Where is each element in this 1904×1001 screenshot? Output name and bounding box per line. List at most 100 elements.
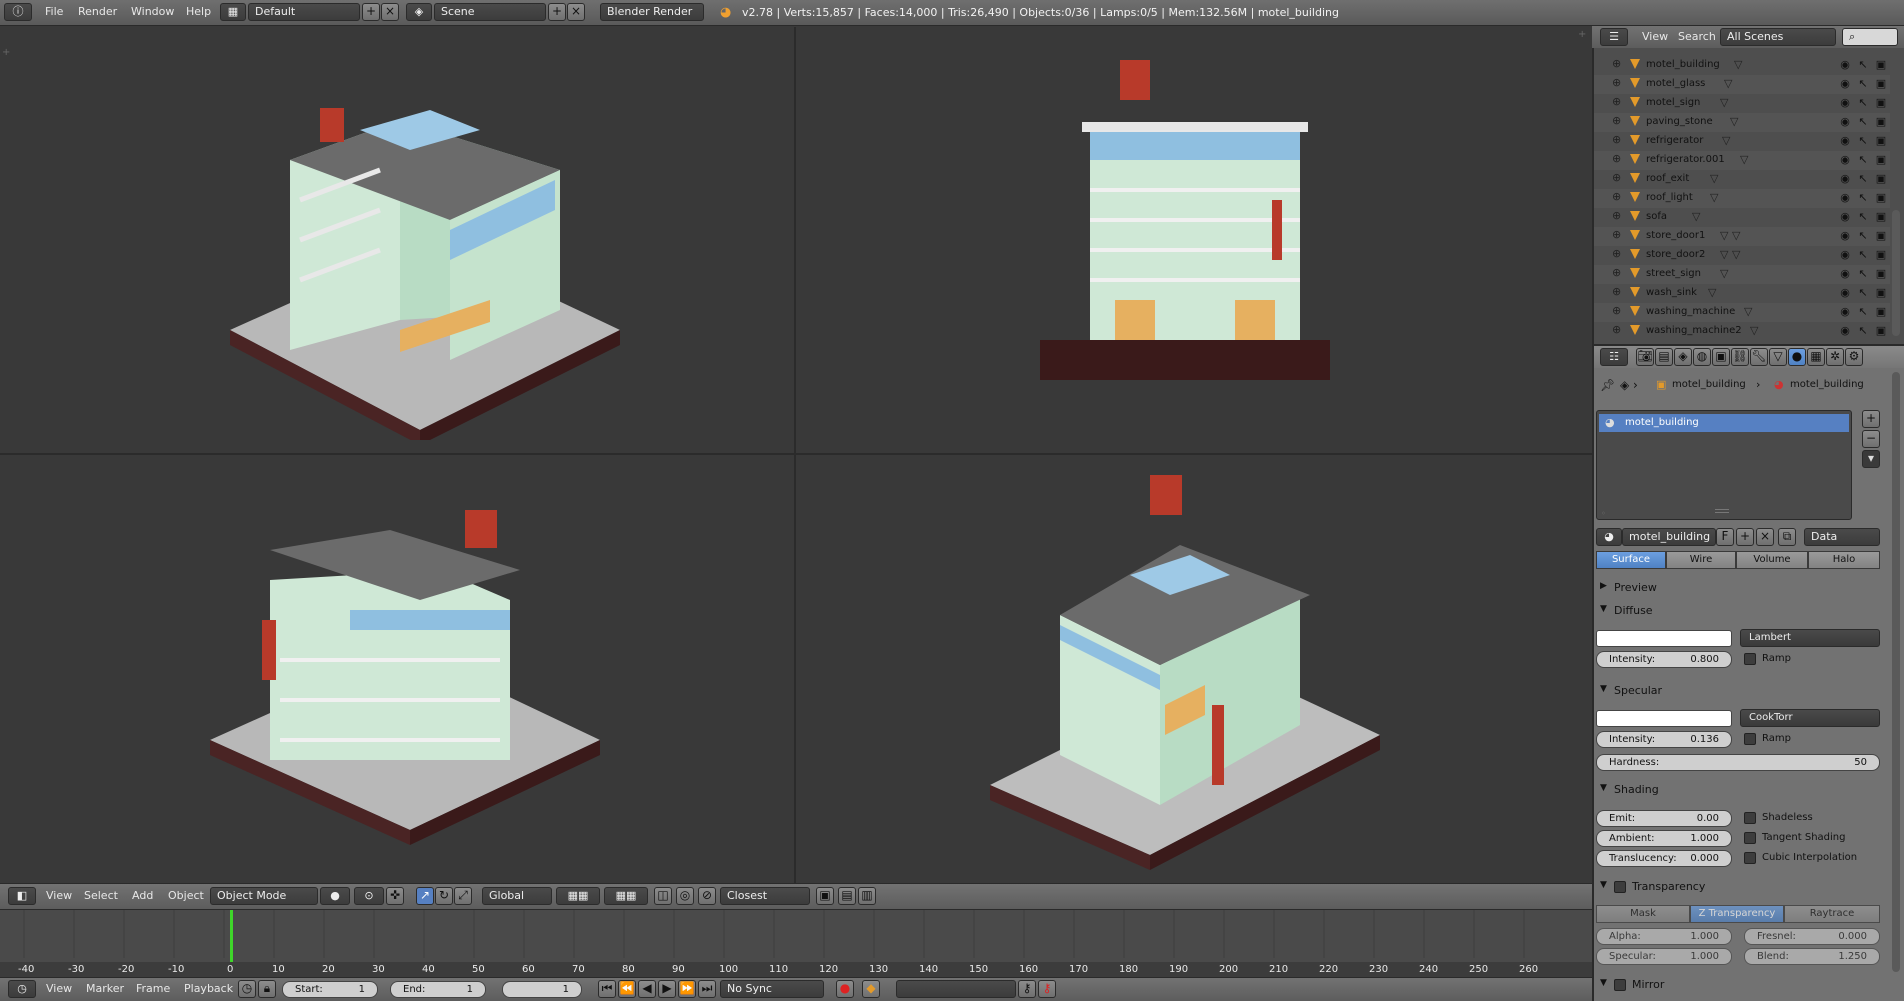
render-camera-icon[interactable]: ▣ <box>1874 248 1888 262</box>
editor-type-icon[interactable]: ☷ <box>1600 348 1628 366</box>
render-camera-icon[interactable]: ▣ <box>1874 324 1888 338</box>
tangent-shading-checkbox[interactable] <box>1744 832 1756 844</box>
outliner-row[interactable]: ⊕ roof_light ▽ ◉ ↖ ▣ <box>1594 189 1890 208</box>
menu-add[interactable]: Add <box>132 889 153 902</box>
visibility-eye-icon[interactable]: ◉ <box>1838 172 1852 186</box>
specular-ramp-checkbox[interactable] <box>1744 733 1756 745</box>
copy-material-icon[interactable]: ⧉ <box>1778 528 1796 546</box>
pivot-icon[interactable]: ⊙ <box>354 887 384 905</box>
blend-field[interactable]: Blend: 1.250 <box>1744 948 1880 965</box>
outliner-row[interactable]: ⊕ paving_stone ▽ ◉ ↖ ▣ <box>1594 113 1890 132</box>
render-camera-icon[interactable]: ▣ <box>1874 305 1888 319</box>
outliner-row[interactable]: ⊕ motel_glass ▽ ◉ ↖ ▣ <box>1594 75 1890 94</box>
delete-key-icon[interactable]: ⚷ <box>1038 980 1056 998</box>
layers-icon[interactable]: ▦▦ <box>604 887 648 905</box>
panel-preview-header[interactable]: ▶ Preview <box>1596 578 1896 598</box>
tab-surface[interactable]: Surface <box>1596 551 1666 569</box>
object-tab-icon[interactable]: ▣ <box>1712 348 1730 366</box>
visibility-eye-icon[interactable]: ◉ <box>1838 58 1852 72</box>
render-camera-icon[interactable]: ▣ <box>1874 229 1888 243</box>
visibility-eye-icon[interactable]: ◉ <box>1838 134 1852 148</box>
selectable-arrow-icon[interactable]: ↖ <box>1856 210 1870 224</box>
selectable-arrow-icon[interactable]: ↖ <box>1856 191 1870 205</box>
menu-marker[interactable]: Marker <box>86 982 124 995</box>
menu-frame[interactable]: Frame <box>136 982 170 995</box>
breadcrumb-object[interactable]: motel_building <box>1672 379 1746 390</box>
ambient-field[interactable]: Ambient: 1.000 <box>1596 830 1732 847</box>
object-name[interactable]: motel_glass <box>1646 78 1705 89</box>
outliner-row[interactable]: ⊕ store_door1 ▽ ▽ ◉ ↖ ▣ <box>1594 227 1890 246</box>
menu-view[interactable]: View <box>46 982 72 995</box>
preview-range-icon[interactable]: ◷ <box>238 980 256 998</box>
selectable-arrow-icon[interactable]: ↖ <box>1856 172 1870 186</box>
selectable-arrow-icon[interactable]: ↖ <box>1856 134 1870 148</box>
render-still-icon[interactable]: ▣ <box>816 887 834 905</box>
object-name[interactable]: street_sign <box>1646 268 1701 279</box>
render-camera-icon[interactable]: ▣ <box>1874 58 1888 72</box>
material-slot-list[interactable]: ◕ motel_building ◦ <box>1596 410 1852 520</box>
material-tab-icon[interactable]: ● <box>1788 348 1806 366</box>
building-view-bottom-right[interactable] <box>980 465 1400 875</box>
object-name[interactable]: roof_light <box>1646 192 1693 203</box>
visibility-eye-icon[interactable]: ◉ <box>1838 305 1852 319</box>
visibility-eye-icon[interactable]: ◉ <box>1838 324 1852 338</box>
editor-type-icon[interactable]: ◧ <box>8 887 36 905</box>
new-material-icon[interactable]: + <box>1736 528 1754 546</box>
add-slot-icon[interactable]: + <box>1862 410 1880 428</box>
snap-icon[interactable]: ⊘ <box>698 887 716 905</box>
specular-intensity-field[interactable]: Intensity: 0.136 <box>1596 731 1732 748</box>
outliner-row[interactable]: ⊕ sofa ▽ ◉ ↖ ▣ <box>1594 208 1890 227</box>
tab-wire[interactable]: Wire <box>1666 551 1736 569</box>
prev-key-icon[interactable]: ⏪ <box>618 980 636 998</box>
render-camera-icon[interactable]: ▣ <box>1874 286 1888 300</box>
gl-render-icon[interactable]: ▥ <box>858 887 876 905</box>
add-layout-icon[interactable]: + <box>362 3 380 21</box>
remove-slot-icon[interactable]: − <box>1862 430 1880 448</box>
render-tab-icon[interactable]: 📷︎ <box>1636 348 1654 366</box>
start-frame-field[interactable]: Start: 1 <box>282 981 378 998</box>
building-view-top-right[interactable] <box>1020 50 1380 400</box>
object-name[interactable]: store_door2 <box>1646 249 1705 260</box>
object-name[interactable]: store_door1 <box>1646 230 1705 241</box>
panel-diffuse-header[interactable]: ▼ Diffuse <box>1596 601 1896 621</box>
pin-icon[interactable]: 📌︎ <box>1600 378 1615 392</box>
layout-icon[interactable]: ▦ <box>220 3 246 21</box>
material-name-field[interactable]: motel_building <box>1622 528 1716 546</box>
rotate-icon[interactable]: ↻ <box>435 887 453 905</box>
outliner-scrollbar[interactable] <box>1892 210 1900 336</box>
viewport-shading-icon[interactable]: ● <box>320 887 350 905</box>
translucency-field[interactable]: Translucency: 0.000 <box>1596 850 1732 867</box>
tab-mask[interactable]: Mask <box>1596 905 1690 923</box>
menu-playback[interactable]: Playback <box>184 982 233 995</box>
outliner-row[interactable]: ⊕ wash_sink ▽ ◉ ↖ ▣ <box>1594 284 1890 303</box>
modifiers-tab-icon[interactable]: 🔧︎ <box>1750 348 1768 366</box>
menu-file[interactable]: File <box>45 5 63 18</box>
object-name[interactable]: paving_stone <box>1646 116 1713 127</box>
insert-key-icon[interactable]: ⚷ <box>1018 980 1036 998</box>
tab-halo[interactable]: Halo <box>1808 551 1880 569</box>
outliner-row[interactable]: ⊕ roof_exit ▽ ◉ ↖ ▣ <box>1594 170 1890 189</box>
mode-select[interactable]: Object Mode <box>210 887 318 905</box>
diffuse-shader-select[interactable]: Lambert <box>1740 629 1880 647</box>
panel-shading-header[interactable]: ▼ Shading <box>1596 780 1896 800</box>
diffuse-ramp-checkbox[interactable] <box>1744 653 1756 665</box>
fake-user-button[interactable]: F <box>1716 528 1734 546</box>
lock-icon[interactable]: 🔒︎ <box>258 980 276 998</box>
render-camera-icon[interactable]: ▣ <box>1874 115 1888 129</box>
selectable-arrow-icon[interactable]: ↖ <box>1856 324 1870 338</box>
outliner-row[interactable]: ⊕ motel_building ▽ ◉ ↖ ▣ <box>1594 56 1890 75</box>
panel-mirror-header[interactable]: ▼ Mirror <box>1596 975 1896 995</box>
play-reverse-icon[interactable]: ◀ <box>638 980 656 998</box>
outliner-row[interactable]: ⊕ store_door2 ▽ ▽ ◉ ↖ ▣ <box>1594 246 1890 265</box>
visibility-eye-icon[interactable]: ◉ <box>1838 229 1852 243</box>
jump-start-icon[interactable]: ⏮ <box>598 980 616 998</box>
tab-volume[interactable]: Volume <box>1736 551 1808 569</box>
render-camera-icon[interactable]: ▣ <box>1874 134 1888 148</box>
fresnel-field[interactable]: Fresnel: 0.000 <box>1744 928 1880 945</box>
record-icon[interactable]: ● <box>836 980 854 998</box>
current-frame-indicator[interactable] <box>230 910 233 964</box>
material-slot-row[interactable]: ◕ motel_building <box>1599 414 1849 432</box>
menu-search[interactable]: Search <box>1678 30 1716 43</box>
outliner-row[interactable]: ⊕ refrigerator ▽ ◉ ↖ ▣ <box>1594 132 1890 151</box>
menu-view[interactable]: View <box>46 889 72 902</box>
